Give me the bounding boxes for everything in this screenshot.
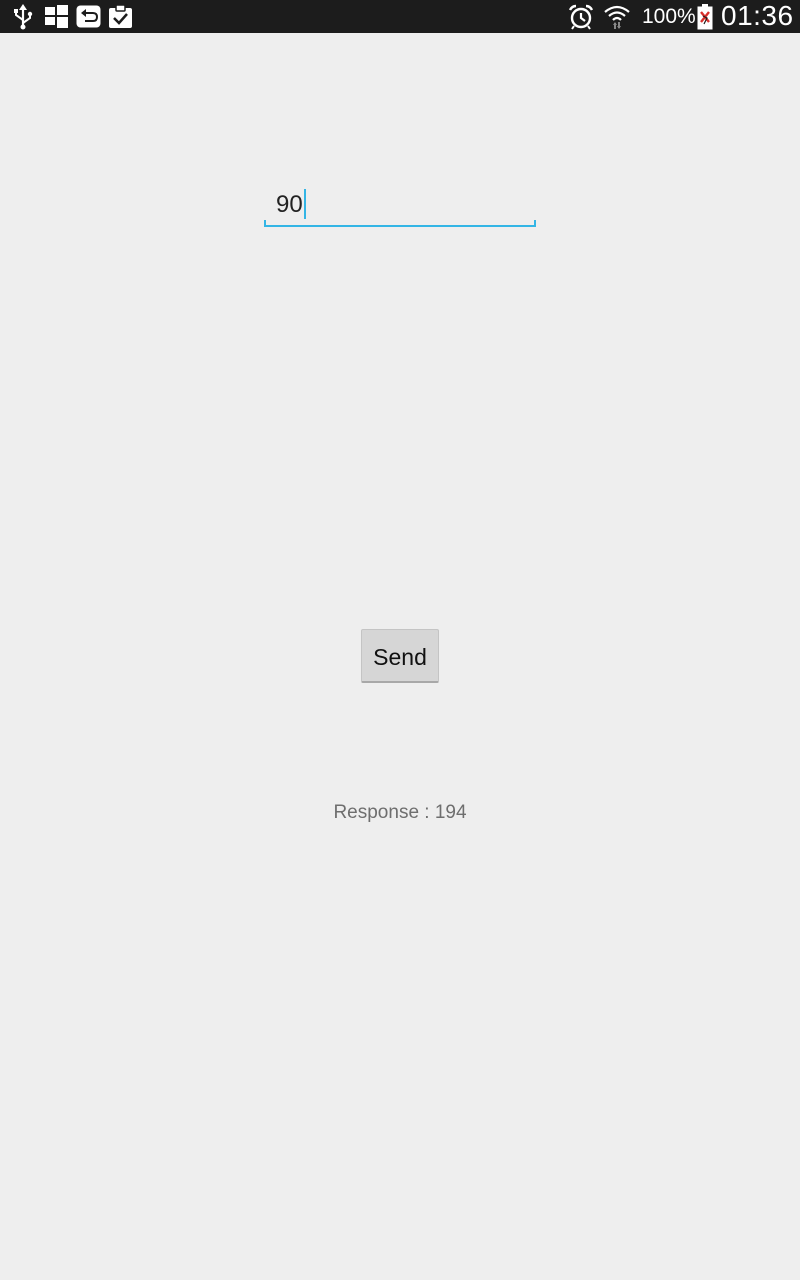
- response-text: Response : 194: [333, 802, 467, 823]
- input-underline-tick-left: [264, 220, 266, 227]
- clock: 01:36: [721, 0, 794, 31]
- status-bar: 100% 01:36: [0, 0, 800, 33]
- alarm-icon: [568, 4, 594, 30]
- wifi-icon: [603, 4, 631, 29]
- undo-icon: [76, 4, 101, 29]
- clipboard-check-icon: [108, 4, 133, 29]
- usb-icon: [12, 4, 34, 30]
- battery-percent: 100%: [642, 5, 696, 28]
- text-cursor: [303, 189, 306, 219]
- number-input[interactable]: 90: [264, 180, 536, 228]
- windows-icon: [44, 4, 69, 29]
- input-text: 90: [276, 191, 303, 218]
- number-input-value[interactable]: 90: [276, 189, 306, 221]
- input-underline: [264, 225, 536, 227]
- send-button[interactable]: Send: [361, 629, 439, 683]
- battery-icon: [697, 4, 713, 30]
- input-underline-tick-right: [534, 220, 536, 227]
